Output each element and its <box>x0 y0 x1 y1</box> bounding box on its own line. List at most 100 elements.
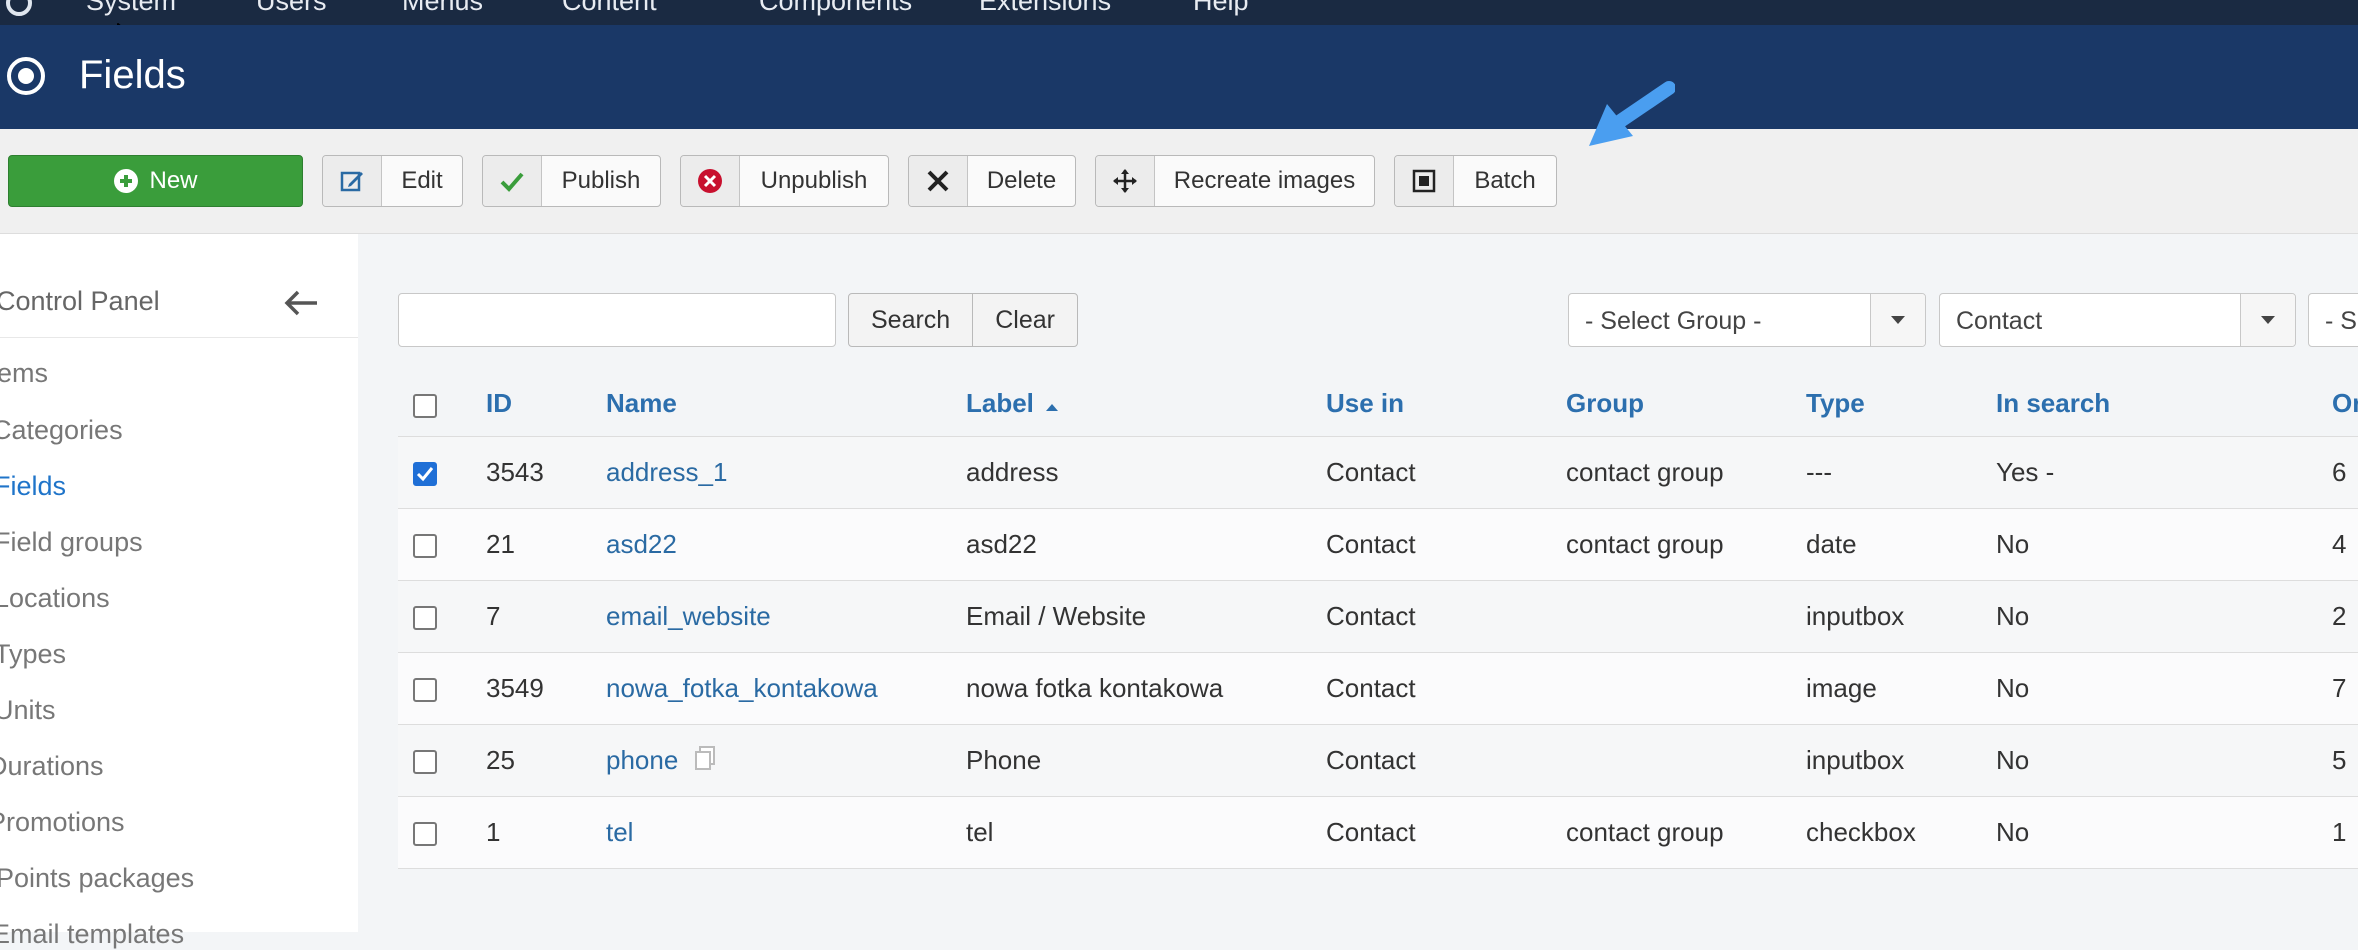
menu-components[interactable]: Components <box>759 0 912 17</box>
sidebar-item-promotions[interactable]: Promotions <box>0 807 125 838</box>
cell-type: date <box>1806 529 1857 559</box>
menu-help[interactable]: Help <box>1193 0 1249 17</box>
clear-button[interactable]: Clear <box>973 294 1077 346</box>
column-name[interactable]: Name <box>606 388 677 419</box>
table-row[interactable]: 25 phone Phone Contact inputbox No 5 <box>398 725 2358 797</box>
cell-id: 7 <box>486 601 501 631</box>
sidebar-divider <box>0 337 358 338</box>
publish-button-label: Publish <box>561 167 641 194</box>
page-header: Fields <box>0 25 2358 129</box>
column-ordering[interactable]: Or <box>2332 388 2358 419</box>
unpublish-button-label: Unpublish <box>760 167 868 194</box>
sidebar: Control Panel Items Categories Fields Fi… <box>0 234 358 949</box>
cell-label: address <box>966 457 1059 487</box>
column-group[interactable]: Group <box>1566 388 1644 419</box>
menu-content[interactable]: Content <box>562 0 657 17</box>
menu-menus[interactable]: Menus <box>402 0 483 17</box>
cell-id: 1 <box>486 817 501 847</box>
copy-icon[interactable] <box>694 745 718 771</box>
row-checkbox[interactable] <box>413 606 437 630</box>
cell-name-link[interactable]: asd22 <box>606 529 677 560</box>
row-checkbox[interactable] <box>413 678 437 702</box>
sidebar-item-categories[interactable]: Categories <box>0 415 123 446</box>
sidebar-control-panel[interactable]: Control Panel <box>0 286 160 317</box>
delete-button-label: Delete <box>986 167 1057 194</box>
cell-use-in: Contact <box>1326 601 1416 631</box>
cell-ordering: 2 <box>2332 601 2347 631</box>
new-button-label: New <box>149 167 198 194</box>
context-value: Contact <box>1956 307 2043 335</box>
column-in-search[interactable]: In search <box>1996 388 2110 419</box>
row-checkbox[interactable] <box>413 534 437 558</box>
cell-type: inputbox <box>1806 745 1905 775</box>
unpublish-button[interactable]: Unpublish <box>680 155 889 207</box>
context-dropdown[interactable]: Contact <box>1939 293 2296 347</box>
edit-button-label: Edit <box>401 167 443 194</box>
column-use-in[interactable]: Use in <box>1326 388 1404 419</box>
plus-circle-icon <box>114 169 139 193</box>
new-button[interactable]: New <box>8 155 303 207</box>
cell-ordering: 6 <box>2332 457 2347 487</box>
row-checkbox[interactable] <box>413 750 437 774</box>
chevron-down-icon <box>1870 294 1925 346</box>
cell-ordering: 4 <box>2332 529 2347 559</box>
select-group-dropdown[interactable]: - Select Group - <box>1568 293 1926 347</box>
table-row[interactable]: 3549 nowa_fotka_kontakowa nowa fotka kon… <box>398 653 2358 725</box>
cell-label: Phone <box>966 745 1042 775</box>
cell-name-link[interactable]: tel <box>606 817 633 848</box>
table-row[interactable]: 21 asd22 asd22 Contact contact group dat… <box>398 509 2358 581</box>
cell-ordering: 7 <box>2332 673 2347 703</box>
move-arrows-icon <box>1096 156 1155 206</box>
cell-name-link[interactable]: nowa_fotka_kontakowa <box>606 673 878 704</box>
check-icon <box>483 156 542 206</box>
recreate-images-button[interactable]: Recreate images <box>1095 155 1375 207</box>
search-input[interactable] <box>398 293 836 347</box>
sidebar-item-email-templates[interactable]: Email templates <box>0 919 184 950</box>
cell-name-link[interactable]: email_website <box>606 601 771 632</box>
sidebar-item-field-groups[interactable]: Field groups <box>0 527 143 558</box>
sidebar-item-points-packages[interactable]: Points packages <box>0 863 194 894</box>
cell-ordering: 5 <box>2332 745 2347 775</box>
batch-square-icon <box>1395 156 1454 206</box>
top-menu-bar: System Users Menus Content Components Ex… <box>0 0 2358 25</box>
cell-type: inputbox <box>1806 601 1905 631</box>
batch-button[interactable]: Batch <box>1394 155 1557 207</box>
publish-button[interactable]: Publish <box>482 155 661 207</box>
page-title: Fields <box>79 53 186 97</box>
table-row[interactable]: 3543 address_1 address Contact contact g… <box>398 437 2358 509</box>
annotation-arrow-icon <box>1589 81 1675 146</box>
menu-extensions[interactable]: Extensions <box>979 0 1111 17</box>
cell-id: 25 <box>486 745 515 775</box>
column-label[interactable]: Label <box>966 388 1059 419</box>
cell-name-link[interactable]: address_1 <box>606 457 727 488</box>
search-button[interactable]: Search <box>849 294 972 346</box>
joomla-logo-icon[interactable] <box>2 0 36 20</box>
table-row[interactable]: 1 tel tel Contact contact group checkbox… <box>398 797 2358 869</box>
sidebar-item-units[interactable]: Units <box>0 695 56 726</box>
sidebar-item-durations[interactable]: Durations <box>0 751 104 782</box>
cell-name-link[interactable]: phone <box>606 745 678 776</box>
row-checkbox[interactable] <box>413 462 437 486</box>
third-filter-dropdown[interactable]: - S <box>2308 293 2358 347</box>
recreate-images-button-label: Recreate images <box>1173 167 1356 194</box>
sidebar-item-items[interactable]: Items <box>0 358 48 389</box>
menu-system[interactable]: System <box>86 0 176 17</box>
column-type[interactable]: Type <box>1806 388 1865 419</box>
row-checkbox[interactable] <box>413 822 437 846</box>
cell-use-in: Contact <box>1326 673 1416 703</box>
cell-label: asd22 <box>966 529 1037 559</box>
sidebar-item-types[interactable]: Types <box>0 639 66 670</box>
cell-type: --- <box>1806 457 1832 487</box>
cell-label: nowa fotka kontakowa <box>966 673 1224 703</box>
arrow-left-icon[interactable] <box>283 288 319 318</box>
select-all-checkbox[interactable] <box>413 394 437 418</box>
column-id[interactable]: ID <box>486 388 512 419</box>
third-filter-value: - S <box>2325 307 2357 335</box>
sidebar-item-fields[interactable]: Fields <box>0 471 66 502</box>
sidebar-item-locations[interactable]: Locations <box>0 583 110 614</box>
edit-button[interactable]: Edit <box>322 155 463 207</box>
table-row[interactable]: 7 email_website Email / Website Contact … <box>398 581 2358 653</box>
menu-users[interactable]: Users <box>256 0 327 17</box>
cell-type: image <box>1806 673 1877 703</box>
delete-button[interactable]: Delete <box>908 155 1076 207</box>
